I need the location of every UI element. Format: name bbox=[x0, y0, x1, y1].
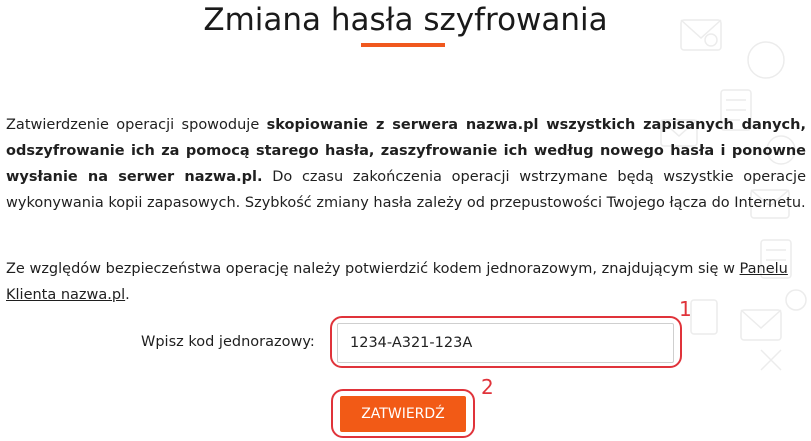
security-note-text: Ze względów bezpieczeństwa operację nale… bbox=[6, 261, 740, 277]
intro-text-start: Zatwierdzenie operacji spowoduje bbox=[6, 117, 267, 133]
background-pattern bbox=[660, 19, 807, 371]
intro-paragraph: Zatwierdzenie operacji spowoduje skopiow… bbox=[6, 112, 806, 216]
security-note-suffix: . bbox=[125, 287, 130, 303]
title-underline bbox=[361, 43, 445, 47]
annotation-highlight-1 bbox=[330, 316, 682, 368]
annotation-number-2: 2 bbox=[481, 375, 494, 399]
page-title: Zmiana hasła szyfrowania bbox=[203, 2, 608, 38]
code-label: Wpisz kod jednorazowy: bbox=[141, 334, 315, 350]
annotation-highlight-2 bbox=[331, 389, 475, 438]
annotation-number-1: 1 bbox=[679, 297, 692, 321]
